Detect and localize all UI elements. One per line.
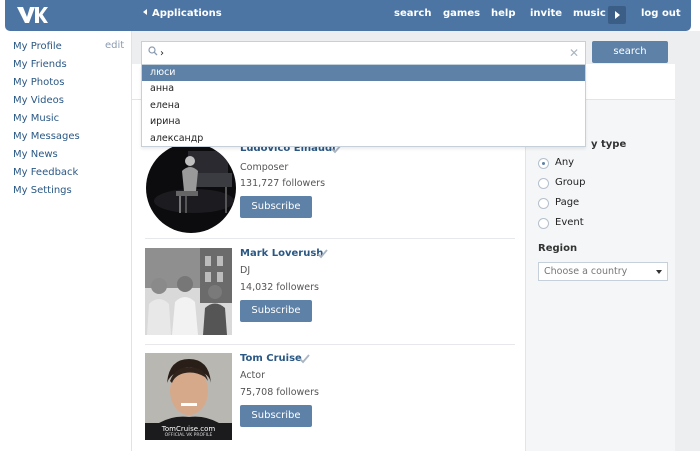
radio-circle [538, 178, 549, 189]
subscribe-button[interactable]: Subscribe [240, 300, 312, 322]
result-name[interactable]: Tom Cruise [240, 353, 302, 364]
avatar-caption: TomCruise.com [161, 425, 216, 433]
sidebar-item-my-feedback[interactable]: My Feedback [13, 166, 125, 184]
country-select-label: Choose a country [544, 266, 628, 277]
search-button[interactable]: search [592, 41, 668, 63]
sidebar-item-my-music[interactable]: My Music [13, 112, 125, 130]
search-input[interactable] [160, 46, 540, 60]
suggestion-item[interactable]: елена [142, 98, 585, 114]
result-type: DJ [240, 265, 251, 276]
radio-label: Any [555, 157, 575, 168]
sidebar-item-my-messages[interactable]: My Messages [13, 130, 125, 148]
chevron-down-icon [656, 270, 662, 274]
edit-profile-link[interactable]: edit [105, 40, 124, 51]
result-followers: 14,032 followers [240, 282, 319, 293]
radio-page[interactable]: Page [538, 197, 648, 211]
back-arrow-icon [143, 9, 147, 15]
radio-any[interactable]: Any [538, 157, 648, 171]
subscribe-button[interactable]: Subscribe [240, 405, 312, 427]
nav-games[interactable]: games [443, 8, 480, 19]
verified-check-icon [299, 354, 310, 364]
group-photo-icon [145, 248, 232, 335]
suggestion-item[interactable]: анна [142, 81, 585, 97]
clear-icon[interactable]: ✕ [569, 46, 579, 60]
vk-logo-icon[interactable] [16, 5, 48, 25]
region-title: Region [538, 243, 578, 254]
avatar-mark-loverush[interactable] [145, 248, 232, 335]
radio-event[interactable]: Event [538, 217, 648, 231]
radio-dot [542, 162, 545, 165]
avatar-subcaption: OFFICIAL VK PROFILE [164, 433, 213, 438]
radio-circle [538, 198, 549, 209]
community-type-title: y type [591, 139, 627, 150]
suggestion-item[interactable]: александр [142, 131, 585, 147]
avatar-ludovico-einaudi[interactable] [146, 143, 236, 233]
nav-music[interactable]: music [573, 8, 606, 19]
radio-circle [538, 158, 549, 169]
nav-help[interactable]: help [491, 8, 516, 19]
radio-label: Page [555, 197, 580, 208]
result-name[interactable]: Mark Loverush [240, 248, 323, 259]
sidebar-item-my-videos[interactable]: My Videos [13, 94, 125, 112]
radio-label: Event [555, 217, 584, 228]
applications-back-link[interactable]: Applications [143, 8, 222, 19]
sidebar-item-my-friends[interactable]: My Friends [13, 58, 125, 76]
piano-photo-icon [146, 143, 236, 233]
verified-check-icon [317, 249, 328, 259]
radio-circle [538, 218, 549, 229]
radio-label: Group [555, 177, 586, 188]
suggestion-item[interactable]: ирина [142, 114, 585, 130]
top-header: Applications search games help invite mu… [0, 0, 700, 31]
result-row: Mark Loverush DJ 14,032 followers Subscr… [145, 248, 515, 345]
left-menu: edit My Profile My Friends My Photos My … [13, 40, 125, 202]
applications-label: Applications [152, 8, 222, 19]
country-select[interactable]: Choose a country [538, 262, 668, 281]
result-followers: 75,708 followers [240, 387, 319, 398]
play-music-button[interactable] [608, 6, 626, 24]
subscribe-button[interactable]: Subscribe [240, 196, 312, 218]
logout-link[interactable]: log out [641, 8, 681, 19]
result-type: Actor [240, 370, 265, 381]
nav-search[interactable]: search [394, 8, 431, 19]
avatar-tom-cruise[interactable]: TomCruise.com OFFICIAL VK PROFILE [145, 353, 232, 440]
search-box[interactable]: ✕ [141, 41, 586, 65]
result-row: TomCruise.com OFFICIAL VK PROFILE Tom Cr… [145, 353, 515, 451]
sidebar-item-my-photos[interactable]: My Photos [13, 76, 125, 94]
result-followers: 131,727 followers [240, 178, 326, 189]
suggestion-item[interactable]: люси [142, 65, 585, 82]
result-row: Ludovico Einaudi Composer 131,727 follow… [145, 143, 515, 239]
sidebar-item-my-news[interactable]: My News [13, 148, 125, 166]
radio-group[interactable]: Group [538, 177, 648, 191]
play-icon [615, 11, 620, 19]
result-type: Composer [240, 162, 289, 173]
sidebar-item-my-settings[interactable]: My Settings [13, 184, 125, 202]
search-suggestions: люси анна елена ирина александр [141, 65, 586, 147]
search-icon [148, 46, 158, 56]
nav-invite[interactable]: invite [530, 8, 562, 19]
